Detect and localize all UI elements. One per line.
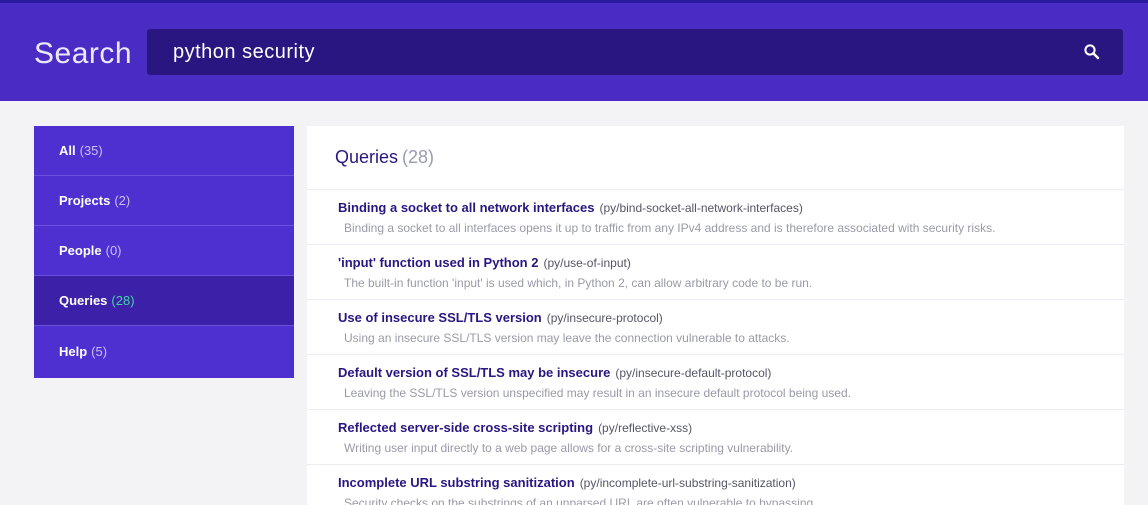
sidebar-item-label: Projects — [59, 193, 111, 208]
result-description: Writing user input directly to a web pag… — [344, 441, 794, 455]
result-query-id: (py/incomplete-url-substring-sanitizatio… — [579, 476, 796, 490]
result-item: Binding a socket to all network interfac… — [307, 190, 1124, 245]
result-query-id: (py/insecure-protocol) — [546, 311, 663, 325]
sidebar-item-count: (0) — [105, 243, 122, 258]
result-description: Using an insecure SSL/TLS version may le… — [344, 331, 790, 345]
result-item: Default version of SSL/TLS may be insecu… — [307, 355, 1124, 410]
result-description: Security checks on the substrings of an … — [344, 496, 817, 505]
sidebar-item-label: Help — [59, 343, 88, 359]
search-box[interactable] — [147, 29, 1123, 75]
result-title-link[interactable]: Default version of SSL/TLS may be insecu… — [338, 365, 610, 380]
results-panel: Queries (28) Binding a socket to all netw… — [307, 126, 1124, 505]
search-header: Search — [0, 3, 1148, 101]
sidebar-item-all[interactable]: All (35) — [34, 126, 294, 176]
page-title: Search — [34, 37, 133, 70]
result-description: The built-in function 'input' is used wh… — [344, 276, 813, 290]
result-query-id: (py/reflective-xss) — [598, 421, 693, 435]
sidebar-item-label: All — [59, 143, 76, 158]
result-title-link[interactable]: Reflected server-side cross-site scripti… — [338, 420, 593, 435]
search-input[interactable] — [147, 29, 1077, 75]
category-sidebar: All (35) Projects (2) People (0) Queries… — [34, 126, 294, 378]
result-item: Reflected server-side cross-site scripti… — [307, 410, 1124, 465]
search-icon[interactable] — [1083, 43, 1101, 61]
result-item: Incomplete URL substring sanitization (py… — [307, 465, 1124, 505]
results-title: Queries — [335, 147, 399, 167]
results-count: (28) — [402, 147, 435, 167]
sidebar-item-count: (5) — [91, 343, 108, 359]
sidebar-item-label: Queries — [59, 293, 108, 308]
sidebar-item-label: People — [59, 243, 102, 258]
results-header: Queries (28) — [307, 126, 1124, 190]
result-item: 'input' function used in Python 2 (py/use… — [307, 245, 1124, 300]
sidebar-item-projects[interactable]: Projects (2) — [34, 176, 294, 226]
result-description: Leaving the SSL/TLS version unspecified … — [344, 386, 851, 400]
result-title-link[interactable]: Incomplete URL substring sanitization — [338, 475, 575, 490]
sidebar-item-people[interactable]: People (0) — [34, 226, 294, 276]
sidebar-item-count: (28) — [111, 293, 135, 308]
result-query-id: (py/use-of-input) — [543, 256, 631, 270]
result-query-id: (py/bind-socket-all-network-interfaces) — [599, 201, 803, 215]
result-item: Use of insecure SSL/TLS version (py/insec… — [307, 300, 1124, 355]
result-title-link[interactable]: Use of insecure SSL/TLS version — [338, 310, 542, 325]
result-query-id: (py/insecure-default-protocol) — [615, 366, 772, 380]
result-description: Binding a socket to all interfaces opens… — [344, 221, 996, 235]
sidebar-item-help[interactable]: Help (5) — [34, 326, 294, 376]
result-title-link[interactable]: Binding a socket to all network interfac… — [338, 200, 594, 215]
sidebar-item-queries[interactable]: Queries (28) — [34, 276, 294, 326]
sidebar-item-count: (35) — [79, 143, 103, 158]
result-title-link[interactable]: 'input' function used in Python 2 — [338, 255, 538, 270]
sidebar-item-count: (2) — [114, 193, 131, 208]
